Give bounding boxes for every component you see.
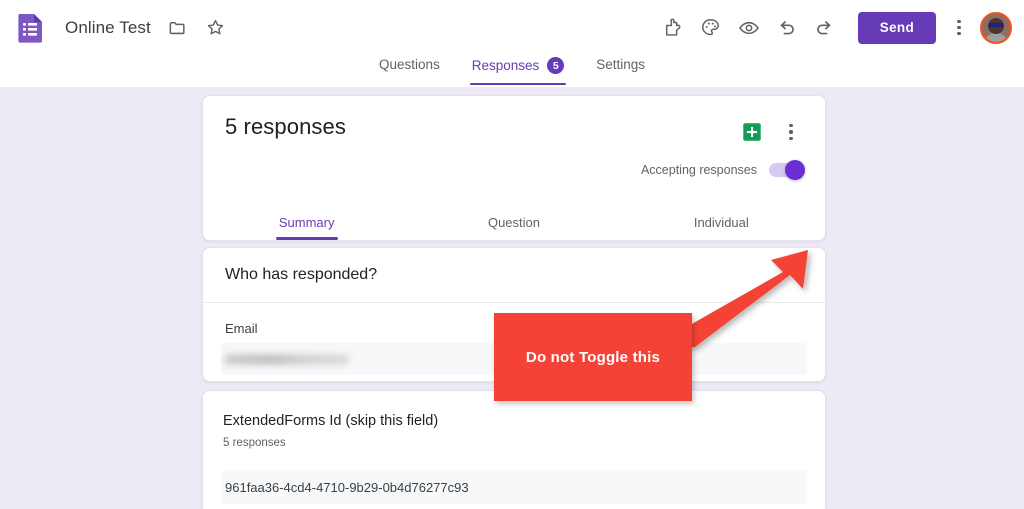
addons-puzzle-icon[interactable]	[654, 9, 692, 47]
extended-forms-id-card: ExtendedForms Id (skip this field) 5 res…	[202, 390, 826, 509]
tab-settings[interactable]: Settings	[580, 55, 661, 83]
annotation-callout-box: Do not Toggle this	[494, 313, 692, 401]
toggle-knob	[785, 160, 805, 180]
accepting-responses-label: Accepting responses	[640, 163, 757, 177]
tab-settings-label: Settings	[596, 57, 646, 72]
folder-icon[interactable]	[167, 17, 189, 39]
accepting-responses-toggle[interactable]	[769, 160, 805, 180]
responses-count-badge: 5	[547, 57, 565, 74]
subtab-summary[interactable]: Summary	[203, 215, 410, 240]
tab-responses[interactable]: Responses 5	[456, 55, 581, 85]
extended-forms-response-count: 5 responses	[223, 437, 286, 449]
google-sheets-icon[interactable]	[741, 121, 763, 143]
palette-icon[interactable]	[692, 9, 730, 47]
redo-icon[interactable]	[806, 9, 844, 47]
google-forms-responses-page: Online Test Send Questions Responses 5 S…	[0, 0, 1024, 509]
responses-content: 5 responses Accepting responses Summary …	[0, 87, 1024, 509]
more-vertical-icon[interactable]	[944, 11, 974, 45]
who-has-responded-header: Who has responded?	[203, 248, 825, 303]
avatar-glasses	[988, 22, 1004, 27]
subtab-question[interactable]: Question	[410, 215, 617, 240]
subtab-individual[interactable]: Individual	[618, 215, 825, 240]
undo-icon[interactable]	[768, 9, 806, 47]
document-title[interactable]: Online Test	[65, 18, 151, 38]
star-icon[interactable]	[205, 17, 227, 39]
avatar[interactable]	[980, 11, 1012, 44]
send-button[interactable]: Send	[857, 11, 936, 44]
accepting-responses-row: Accepting responses	[640, 160, 805, 180]
responses-view-tabs: Summary Question Individual	[203, 198, 825, 240]
top-app-bar: Online Test Send	[0, 0, 1024, 55]
extended-forms-question-title: ExtendedForms Id (skip this field)	[223, 413, 439, 429]
form-nav-tabs: Questions Responses 5 Settings	[0, 55, 1024, 87]
subtab-individual-label: Individual	[693, 215, 749, 230]
tab-questions[interactable]: Questions	[363, 55, 456, 83]
extended-forms-answer-field: 961faa36-4cd4-4710-9b29-0b4d76277c93	[221, 470, 807, 504]
redacted-email-value	[225, 353, 349, 365]
annotation-text: Do not Toggle this	[525, 348, 661, 366]
who-has-responded-title: Who has responded?	[225, 266, 378, 283]
tab-responses-label: Responses	[471, 58, 540, 73]
responses-count-title: 5 responses	[225, 114, 346, 139]
extended-forms-answer-value: 961faa36-4cd4-4710-9b29-0b4d76277c93	[225, 479, 469, 495]
forms-document-icon[interactable]	[15, 12, 47, 44]
tab-questions-label: Questions	[378, 57, 440, 72]
avatar-body	[983, 32, 1009, 42]
top-bar-actions: Send	[654, 9, 1024, 47]
subtab-question-label: Question	[487, 215, 541, 230]
eye-preview-icon[interactable]	[730, 9, 768, 47]
responses-card-more-icon[interactable]	[779, 118, 803, 146]
responses-summary-card: 5 responses Accepting responses Summary …	[202, 95, 826, 241]
subtab-summary-label: Summary	[278, 215, 335, 230]
